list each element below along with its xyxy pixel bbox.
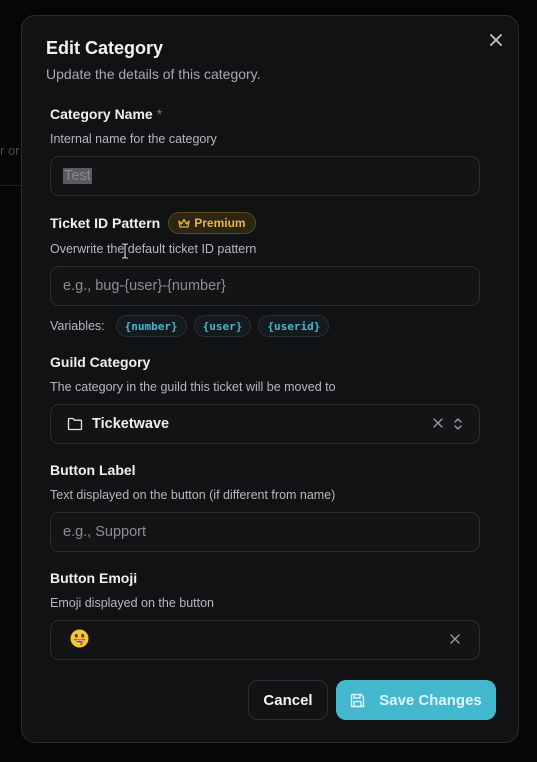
- button-label-input[interactable]: e.g., Support: [50, 512, 480, 552]
- variable-chip-userid[interactable]: {userid}: [258, 315, 330, 337]
- ticket-id-pattern-input[interactable]: e.g., bug-{user}-{number}: [50, 266, 480, 306]
- guild-category-value: Ticketwave: [92, 416, 170, 432]
- background-text: r or: [0, 143, 20, 158]
- clear-icon: [433, 418, 443, 428]
- button-label-placeholder: e.g., Support: [63, 524, 147, 540]
- variables-label: Variables:: [50, 319, 105, 333]
- category-name-value: Test: [63, 168, 92, 184]
- variable-chip-number[interactable]: {number}: [115, 315, 187, 337]
- grinning-tongue-emoji-icon: [70, 629, 89, 652]
- folder-icon: [67, 417, 83, 431]
- guild-category-help: The category in the guild this ticket wi…: [50, 380, 336, 394]
- clear-selection-button[interactable]: [433, 416, 443, 432]
- button-label-label: Button Label: [50, 462, 136, 478]
- chevron-up-down-icon[interactable]: [453, 417, 463, 431]
- save-changes-label: Save Changes: [379, 691, 482, 709]
- background-divider: [0, 185, 22, 186]
- cancel-button[interactable]: Cancel: [248, 680, 328, 720]
- button-emoji-picker[interactable]: [50, 620, 480, 660]
- button-emoji-label: Button Emoji: [50, 570, 138, 586]
- ticket-id-pattern-label-text: Ticket ID Pattern: [50, 215, 161, 231]
- guild-category-select[interactable]: Ticketwave: [50, 404, 480, 444]
- edit-category-dialog: Edit Category Update the details of this…: [21, 15, 519, 743]
- category-name-input[interactable]: Test: [50, 156, 480, 196]
- button-label-help: Text displayed on the button (if differe…: [50, 488, 336, 502]
- category-name-label-text: Category Name: [50, 106, 153, 122]
- save-changes-button[interactable]: Save Changes: [336, 680, 496, 720]
- ticket-id-pattern-help: Overwrite the default ticket ID pattern: [50, 242, 257, 256]
- save-icon: [351, 693, 365, 707]
- close-button[interactable]: [486, 30, 506, 50]
- guild-category-label: Guild Category: [50, 354, 151, 370]
- required-indicator: *: [156, 106, 163, 122]
- button-emoji-help: Emoji displayed on the button: [50, 596, 214, 610]
- ticket-id-pattern-label: Ticket ID Pattern Premium: [50, 212, 256, 234]
- text-cursor-icon: [122, 243, 128, 259]
- close-icon: [490, 34, 502, 46]
- crown-icon: [178, 218, 190, 228]
- dialog-title: Edit Category: [46, 38, 164, 58]
- pattern-variables: Variables: {number} {user} {userid}: [50, 315, 330, 337]
- premium-badge-text: Premium: [194, 216, 246, 230]
- clear-icon: [450, 634, 460, 644]
- category-name-help: Internal name for the category: [50, 132, 217, 146]
- premium-badge: Premium: [168, 212, 256, 234]
- variable-chip-user[interactable]: {user}: [193, 315, 252, 337]
- ticket-id-pattern-placeholder: e.g., bug-{user}-{number}: [63, 278, 226, 294]
- clear-emoji-button[interactable]: [450, 632, 460, 648]
- category-name-label: Category Name *: [50, 106, 162, 122]
- dialog-subtitle: Update the details of this category.: [46, 66, 261, 82]
